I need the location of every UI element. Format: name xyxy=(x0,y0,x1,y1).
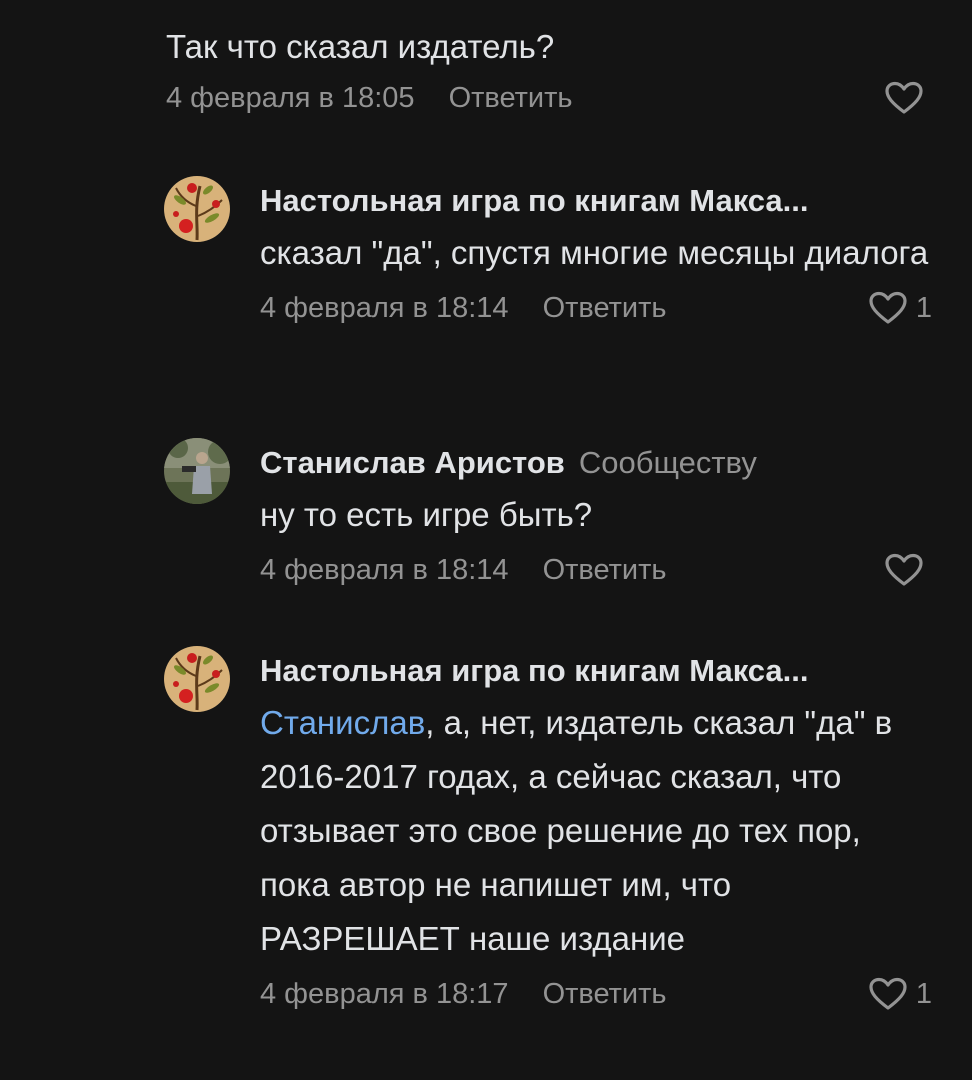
comment-meta: 4 февраля в 18:14 Ответить xyxy=(260,548,932,592)
heart-outline-icon xyxy=(869,291,907,324)
author-name[interactable]: Настольная игра по книгам Макса... xyxy=(260,183,809,218)
avatar[interactable] xyxy=(164,176,230,242)
comment-date[interactable]: 4 февраля в 18:17 xyxy=(260,978,509,1010)
reply-to-label[interactable]: Сообществу xyxy=(579,445,757,480)
comment-meta: 4 февраля в 18:05 Ответить xyxy=(166,76,932,120)
like-button[interactable]: 1 xyxy=(868,972,932,1016)
author-name[interactable]: Станислав Аристов xyxy=(260,445,565,480)
comment-text-rest: , а, нет, издатель сказал "да" в 2016-20… xyxy=(260,704,893,957)
rowan-branch-avatar xyxy=(164,176,230,242)
reply-button[interactable]: Ответить xyxy=(543,554,667,586)
comment-body: Так что сказал издатель? 4 февраля в 18:… xyxy=(166,18,932,120)
comment-text: Станислав, а, нет, издатель сказал "да" … xyxy=(260,696,932,966)
author-line: Настольная игра по книгам Макса... xyxy=(260,176,932,226)
comment-meta: 4 февраля в 18:17 Ответить 1 xyxy=(260,972,932,1016)
like-button[interactable] xyxy=(884,548,932,592)
comment-body: Настольная игра по книгам Макса... Стани… xyxy=(260,646,932,1016)
photo-avatar xyxy=(164,438,230,504)
author-name[interactable]: Настольная игра по книгам Макса... xyxy=(260,653,809,688)
comment-date[interactable]: 4 февраля в 18:05 xyxy=(166,82,415,114)
like-button[interactable] xyxy=(884,76,932,120)
reply-button[interactable]: Ответить xyxy=(543,978,667,1010)
comment-text: сказал "да", спустя многие месяцы диалог… xyxy=(260,234,929,271)
heart-outline-icon xyxy=(885,81,923,114)
reply-button[interactable]: Ответить xyxy=(449,82,573,114)
comment-date[interactable]: 4 февраля в 18:14 xyxy=(260,554,509,586)
rowan-branch-avatar xyxy=(164,646,230,712)
comment-text: Так что сказал издатель? xyxy=(166,28,555,65)
heart-outline-icon xyxy=(885,553,923,586)
reply-button[interactable]: Ответить xyxy=(543,292,667,324)
comment-text: ну то есть игре быть? xyxy=(260,496,593,533)
avatar[interactable] xyxy=(164,438,230,504)
like-count: 1 xyxy=(915,292,932,324)
author-line: Настольная игра по книгам Макса... xyxy=(260,646,932,696)
mention-link[interactable]: Станислав xyxy=(260,704,425,741)
heart-outline-icon xyxy=(869,977,907,1010)
author-line: Станислав Аристов Сообществу xyxy=(260,438,932,488)
comment-meta: 4 февраля в 18:14 Ответить 1 xyxy=(260,286,932,330)
comment-body: Станислав Аристов Сообществу ну то есть и… xyxy=(260,438,932,592)
comment-date[interactable]: 4 февраля в 18:14 xyxy=(260,292,509,324)
like-count: 1 xyxy=(915,978,932,1010)
comment-body: Настольная игра по книгам Макса... сказа… xyxy=(260,176,932,330)
avatar[interactable] xyxy=(164,646,230,712)
like-button[interactable]: 1 xyxy=(868,286,932,330)
